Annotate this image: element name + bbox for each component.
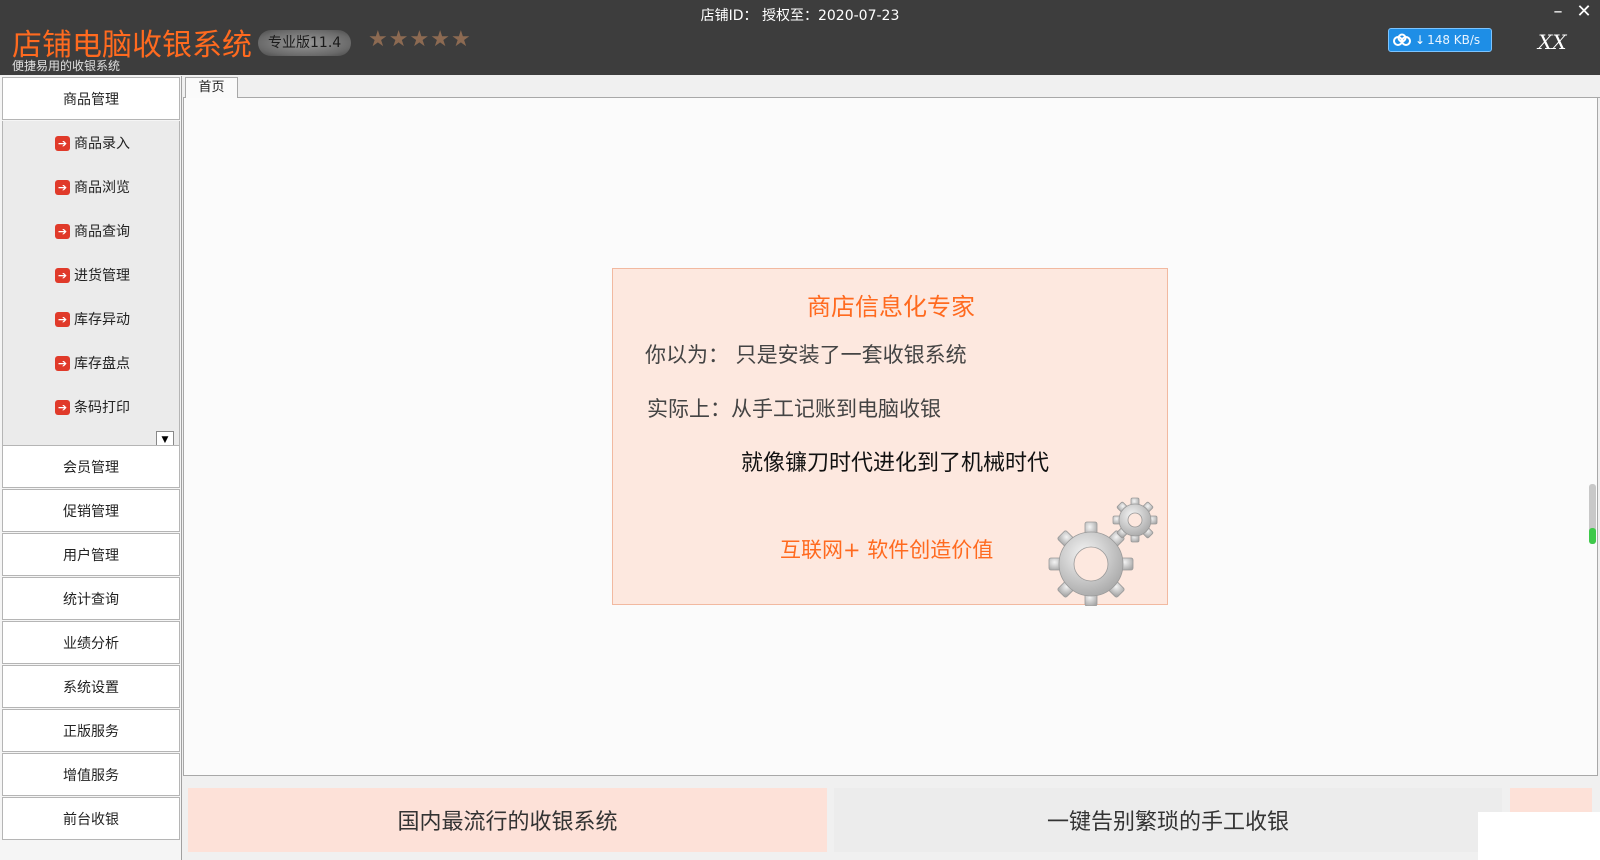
submenu-item-stock-change[interactable]: ➔ 库存异动 <box>55 308 130 330</box>
submenu-item-label: 库存盘点 <box>74 356 130 372</box>
submenu-item-product-browse[interactable]: ➔ 商品浏览 <box>55 176 130 198</box>
arrow-right-icon: ➔ <box>55 223 70 239</box>
submenu-item-purchase[interactable]: ➔ 进货管理 <box>55 264 130 286</box>
promo-line: 就像镰刀时代进化到了机械时代 <box>741 451 1050 476</box>
sidebar-header-performance[interactable]: 业绩分析 <box>2 621 180 664</box>
net-speed-value: 148 KB/s <box>1427 33 1481 47</box>
sidebar-submenu: ➔ 商品录入 ➔ 商品浏览 ➔ 商品查询 ➔ 进货管理 ➔ 库存异动 ➔ 库存盘… <box>2 121 180 450</box>
sidebar-header-user[interactable]: 用户管理 <box>2 533 180 576</box>
sidebar-header-value-added[interactable]: 增值服务 <box>2 753 180 796</box>
tab-strip: 首页 <box>183 76 1600 99</box>
arrow-right-icon: ➔ <box>55 135 70 151</box>
banner-left[interactable]: 国内最流行的收银系统 <box>188 788 827 852</box>
banner-edge-mask <box>1478 812 1600 860</box>
network-speed-widget[interactable]: ↓ 148 KB/s <box>1388 28 1492 52</box>
sidebar-header-statistics[interactable]: 统计查询 <box>2 577 180 620</box>
submenu-item-label: 条码打印 <box>74 400 130 416</box>
sidebar-header-product[interactable]: 商品管理 <box>2 77 180 120</box>
scrollbar-thumb[interactable] <box>1589 528 1596 544</box>
promo-line: 实际上：从手工记账到电脑收银 <box>647 397 941 421</box>
arrow-right-icon: ➔ <box>55 311 70 327</box>
sidebar-header-pos[interactable]: 前台收银 <box>2 797 180 840</box>
star-icon: ★ <box>368 27 388 52</box>
sidebar-header-member[interactable]: 会员管理 <box>2 445 180 488</box>
user-name[interactable]: XX <box>1538 30 1566 54</box>
submenu-item-label: 库存异动 <box>74 312 130 328</box>
arrow-right-icon: ➔ <box>55 267 70 283</box>
submenu-item-label: 商品浏览 <box>74 180 130 196</box>
promo-card: 商店信息化专家 你以为： 只是安装了一套收银系统 实际上：从手工记账到电脑收银 … <box>612 268 1168 606</box>
title-bar: 店铺电脑收银系统 便捷易用的收银系统 专业版11.4 ★ ★ ★ ★ ★ 店铺I… <box>0 0 1600 75</box>
arrow-right-icon: ➔ <box>55 355 70 371</box>
submenu-item-product-entry[interactable]: ➔ 商品录入 <box>55 132 130 154</box>
edition-badge: 专业版11.4 <box>258 30 352 56</box>
sidebar: 商品管理 ➔ 商品录入 ➔ 商品浏览 ➔ 商品查询 ➔ 进货管理 ➔ 库存异动 … <box>0 76 182 860</box>
submenu-item-product-query[interactable]: ➔ 商品查询 <box>55 220 130 242</box>
banner-edge <box>1510 788 1592 812</box>
close-button[interactable]: ✕ <box>1574 2 1594 22</box>
submenu-item-label: 商品查询 <box>74 224 130 240</box>
promo-slogan: 互联网+ 软件创造价值 <box>780 538 994 562</box>
sidebar-header-license[interactable]: 正版服务 <box>2 709 180 752</box>
submenu-item-barcode-print[interactable]: ➔ 条码打印 <box>55 396 130 418</box>
submenu-item-label: 进货管理 <box>74 268 130 284</box>
arrow-right-icon: ➔ <box>55 399 70 415</box>
rating-stars: ★ ★ ★ ★ ★ <box>368 27 471 53</box>
banner-gap <box>183 776 1600 788</box>
sidebar-header-settings[interactable]: 系统设置 <box>2 665 180 708</box>
star-icon: ★ <box>409 27 430 52</box>
cloud-icon <box>1389 29 1415 51</box>
app-subtitle: 便捷易用的收银系统 <box>12 59 121 73</box>
scrollbar[interactable] <box>1589 484 1596 544</box>
star-icon: ★ <box>388 27 409 52</box>
banner-right[interactable]: 一键告别繁琐的手工收银 <box>834 788 1502 852</box>
submenu-item-stocktake[interactable]: ➔ 库存盘点 <box>55 352 130 374</box>
shop-license-info: 店铺ID： 授权至：2020-07-23 <box>700 8 900 24</box>
tab-home[interactable]: 首页 <box>185 77 238 99</box>
star-icon: ★ <box>450 27 471 52</box>
minimize-button[interactable]: – <box>1548 2 1568 22</box>
submenu-item-label: 商品录入 <box>74 136 130 152</box>
star-icon: ★ <box>430 27 450 52</box>
arrow-right-icon: ➔ <box>55 179 70 195</box>
promo-title: 商店信息化专家 <box>807 293 975 321</box>
gear-icon <box>1048 497 1158 606</box>
sidebar-header-promotion[interactable]: 促销管理 <box>2 489 180 532</box>
download-arrow-icon: ↓ <box>1415 33 1426 47</box>
promo-line: 你以为： 只是安装了一套收银系统 <box>645 343 967 367</box>
